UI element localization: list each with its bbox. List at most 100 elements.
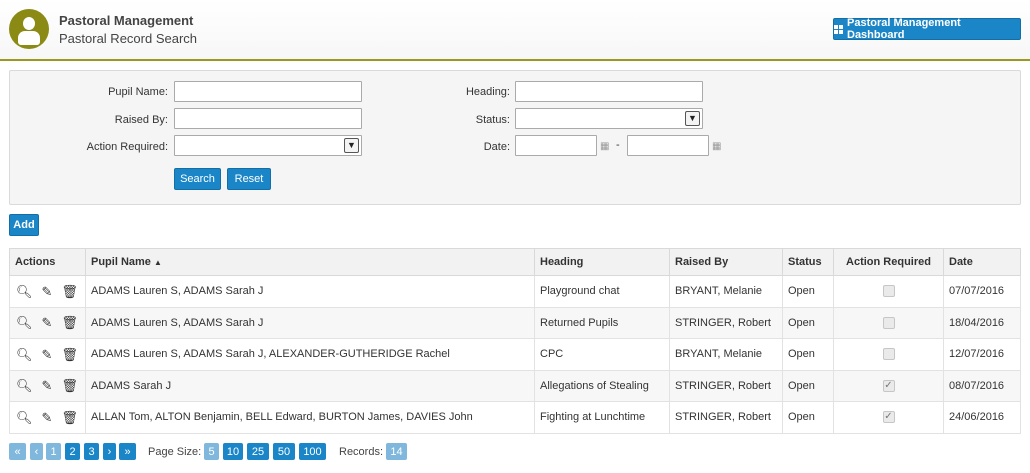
row-actions: 🔍︎ ✎ 🗑︎	[9, 401, 86, 434]
search-icon[interactable]: 🔍︎	[16, 348, 33, 361]
page-size-5[interactable]: 5	[204, 443, 219, 460]
cell-raised-by: STRINGER, Robert	[669, 369, 783, 402]
app-title: Pastoral Management	[59, 13, 194, 28]
page-button-2[interactable]: 2	[65, 443, 80, 460]
search-icon[interactable]: 🔍︎	[16, 285, 33, 298]
action-required-select[interactable]: ▼	[174, 135, 362, 156]
page-title: Pastoral Record Search	[59, 31, 198, 46]
date-label: Date:	[483, 141, 510, 153]
trash-icon[interactable]: 🗑︎	[61, 411, 78, 424]
page-button-1[interactable]: 1	[46, 443, 61, 460]
table-row[interactable]: 🔍︎ ✎ 🗑︎ ADAMS Lauren S, ADAMS Sarah J Return…	[9, 306, 1021, 339]
pencil-icon[interactable]: ✎	[42, 411, 53, 424]
heading-label: Heading:	[465, 86, 510, 98]
cell-heading: Returned Pupils	[534, 306, 670, 339]
pupil-name-label: Pupil Name:	[108, 86, 168, 98]
cell-pupil-name: ADAMS Lauren S, ADAMS Sarah J, ALEXANDER…	[85, 338, 535, 371]
cell-raised-by: BRYANT, Melanie	[669, 275, 783, 308]
pencil-icon[interactable]: ✎	[42, 316, 53, 329]
pagination-bar: « ‹ 1 2 3 › » Page Size: 5 10 25 50 100 …	[9, 443, 1021, 461]
pencil-icon[interactable]: ✎	[42, 285, 53, 298]
table-row[interactable]: 🔍︎ ✎ 🗑︎ ADAMS Sarah J Allegations of Stealin…	[9, 369, 1021, 402]
table-row[interactable]: 🔍︎ ✎ 🗑︎ ADAMS Lauren S, ADAMS Sarah J, ALEX…	[9, 338, 1021, 371]
cell-action-required	[833, 275, 944, 308]
status-label: Status:	[475, 114, 510, 126]
page-size-100[interactable]: 100	[299, 443, 326, 460]
add-button[interactable]: Add	[9, 214, 39, 236]
calendar-icon[interactable]: ▦	[600, 141, 609, 152]
trash-icon[interactable]: 🗑︎	[61, 285, 78, 298]
last-page-icon[interactable]: »	[119, 443, 136, 460]
date-from-input[interactable]	[515, 135, 597, 156]
column-header-action-required[interactable]: Action Required	[833, 248, 944, 276]
cell-pupil-name: ALLAN Tom, ALTON Benjamin, BELL Edward, …	[85, 401, 535, 434]
action-required-checkbox	[882, 285, 895, 298]
cell-date: 24/06/2016	[943, 401, 1021, 434]
raised-by-input[interactable]	[174, 108, 362, 129]
row-actions: 🔍︎ ✎ 🗑︎	[9, 275, 86, 308]
column-header-pupil-name[interactable]: Pupil Name ▲	[85, 248, 535, 276]
raised-by-label: Raised By:	[114, 114, 168, 126]
search-icon[interactable]: 🔍︎	[16, 379, 33, 392]
cell-heading: Fighting at Lunchtime	[534, 401, 670, 434]
action-required-checkbox: ✓	[882, 379, 895, 392]
pupil-name-input[interactable]	[174, 81, 362, 102]
search-icon[interactable]: 🔍︎	[16, 411, 33, 424]
search-button[interactable]: Search	[174, 168, 221, 190]
search-icon[interactable]: 🔍︎	[16, 316, 33, 329]
page-size-50[interactable]: 50	[273, 443, 295, 460]
page-size-label: Page Size:	[148, 446, 202, 458]
date-to-input[interactable]	[627, 135, 709, 156]
cell-action-required	[833, 306, 944, 339]
action-required-checkbox	[882, 348, 895, 361]
pastoral-records-table: Actions Pupil Name ▲ Heading Raised By S…	[9, 248, 1021, 434]
trash-icon[interactable]: 🗑︎	[61, 379, 78, 392]
search-filter-panel: Pupil Name: Raised By: Action Required: …	[9, 70, 1021, 205]
column-header-status[interactable]: Status	[782, 248, 834, 276]
records-count: 14	[386, 443, 407, 460]
cell-date: 08/07/2016	[943, 369, 1021, 402]
grid-icon	[834, 24, 843, 34]
page-button-3[interactable]: 3	[84, 443, 99, 460]
table-header-row: Actions Pupil Name ▲ Heading Raised By S…	[9, 248, 1021, 276]
page-size-10[interactable]: 10	[223, 443, 243, 460]
cell-action-required: ✓	[833, 401, 944, 434]
status-select[interactable]: ▼	[515, 108, 703, 129]
row-actions: 🔍︎ ✎ 🗑︎	[9, 369, 86, 402]
column-header-raised-by[interactable]: Raised By	[669, 248, 783, 276]
cell-pupil-name: ADAMS Lauren S, ADAMS Sarah J	[85, 275, 535, 308]
column-header-heading[interactable]: Heading	[534, 248, 670, 276]
cell-raised-by: BRYANT, Melanie	[669, 338, 783, 371]
pencil-icon[interactable]: ✎	[42, 348, 53, 361]
heading-input[interactable]	[515, 81, 703, 102]
chevron-down-icon: ▼	[685, 111, 700, 126]
cell-date: 18/04/2016	[943, 306, 1021, 339]
row-actions: 🔍︎ ✎ 🗑︎	[9, 338, 86, 371]
first-page-icon[interactable]: «	[9, 443, 26, 460]
cell-date: 07/07/2016	[943, 275, 1021, 308]
trash-icon[interactable]: 🗑︎	[61, 348, 78, 361]
table-row[interactable]: 🔍︎ ✎ 🗑︎ ADAMS Lauren S, ADAMS Sarah J Playgr…	[9, 275, 1021, 308]
cell-heading: Allegations of Stealing	[534, 369, 670, 402]
pencil-icon[interactable]: ✎	[42, 379, 53, 392]
dashboard-button-label: Pastoral Management Dashboard	[847, 17, 961, 41]
column-header-date[interactable]: Date	[943, 248, 1021, 276]
calendar-icon[interactable]: ▦	[712, 141, 721, 152]
dashboard-button[interactable]: Pastoral Management Dashboard	[833, 17, 1021, 41]
cell-action-required: ✓	[833, 369, 944, 402]
previous-page-icon[interactable]: ‹	[30, 443, 43, 460]
action-required-label: Action Required:	[86, 141, 168, 153]
next-page-icon[interactable]: ›	[103, 443, 116, 460]
page-header: Pastoral Management Pastoral Record Sear…	[0, 0, 1030, 61]
user-avatar-icon	[9, 9, 49, 49]
table-row[interactable]: 🔍︎ ✎ 🗑︎ ALLAN Tom, ALTON Benjamin, BELL Edw…	[9, 401, 1021, 434]
cell-raised-by: STRINGER, Robert	[669, 306, 783, 339]
page-size-25[interactable]: 25	[247, 443, 269, 460]
chevron-down-icon: ▼	[344, 138, 359, 153]
column-header-actions: Actions	[9, 248, 86, 276]
cell-heading: CPC	[534, 338, 670, 371]
cell-status: Open	[782, 306, 834, 339]
reset-button[interactable]: Reset	[227, 168, 271, 190]
cell-action-required	[833, 338, 944, 371]
trash-icon[interactable]: 🗑︎	[61, 316, 78, 329]
